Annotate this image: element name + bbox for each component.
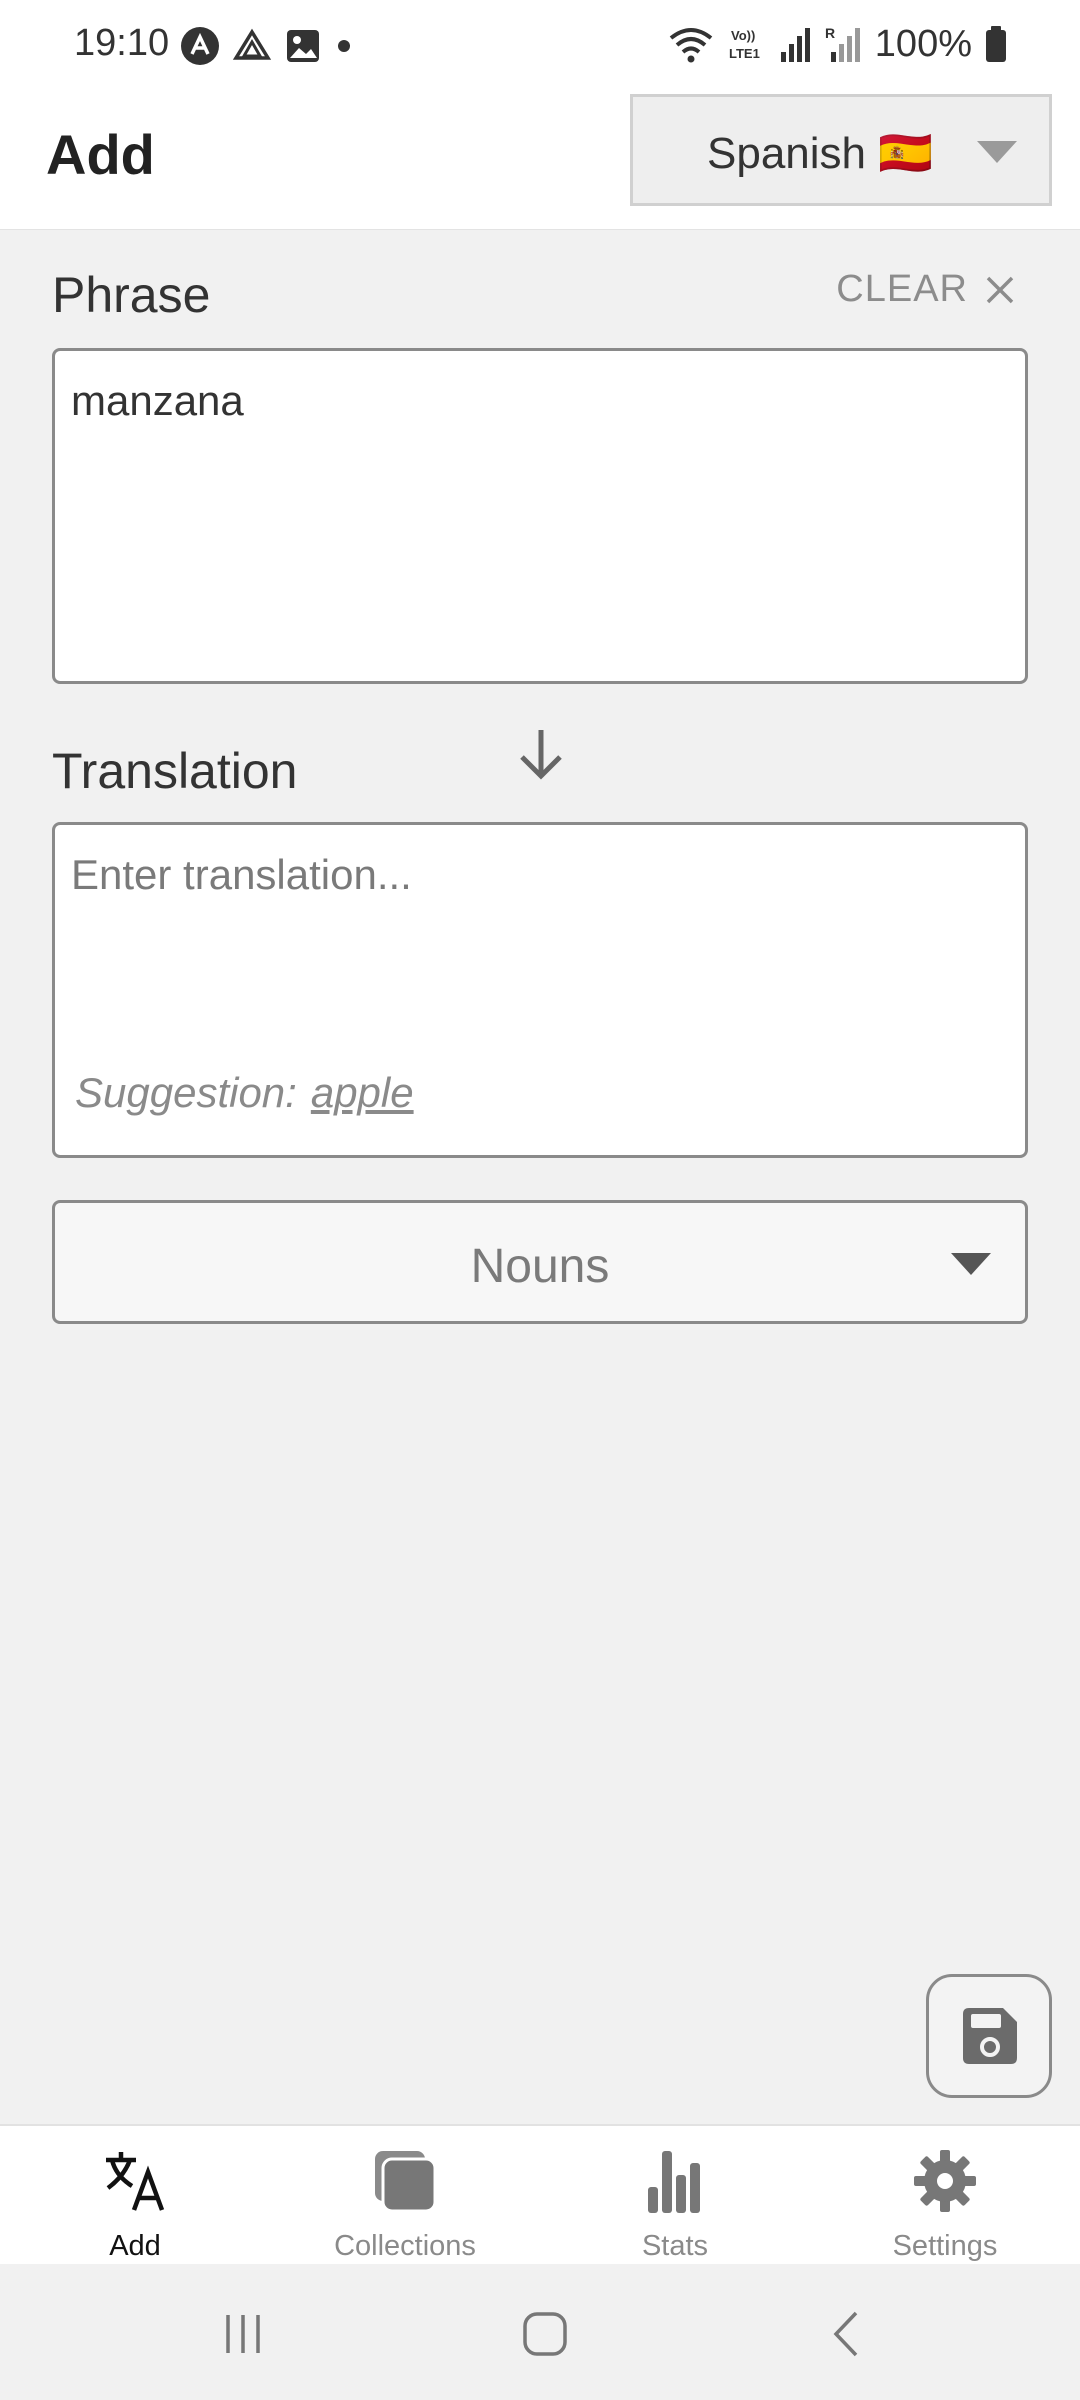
nav-settings[interactable]: Settings [810,2126,1080,2266]
language-select[interactable]: Spanish 🇪🇸 [630,94,1052,206]
gear-icon [910,2146,980,2216]
clear-button-label: CLEAR [836,268,968,310]
home-icon [523,2312,567,2356]
system-navigation-bar [0,2264,1080,2400]
arrow-down-icon [520,730,562,780]
back-icon [833,2311,858,2357]
bottom-navigation: Add Collections Stats Settings [0,2124,1080,2264]
nav-collections-label: Collections [334,2230,476,2262]
status-bar: 19:10 Vo)) LTE1 R 100% [0,0,1080,90]
nav-collections[interactable]: Collections [270,2126,540,2266]
recent-apps-icon [226,2315,260,2353]
svg-text:LTE1: LTE1 [729,46,760,61]
caret-down-icon [977,141,1017,163]
back-button[interactable] [812,2304,882,2364]
drive-icon [232,28,272,60]
battery-percent: 100% [874,22,972,65]
dot-icon [338,40,350,52]
category-select-label: Nouns [470,1240,610,1293]
translation-placeholder: Enter translation... [71,851,412,898]
language-select-label: Spanish 🇪🇸 [707,129,934,178]
save-icon [963,2008,1017,2064]
phrase-input[interactable]: manzana [52,348,1028,684]
phrase-input-value: manzana [71,377,244,424]
signal-icon [780,28,810,62]
nav-settings-label: Settings [892,2230,998,2262]
status-system-icons: Vo)) LTE1 R 100% [667,22,1008,66]
close-icon [986,276,1014,303]
home-button[interactable] [510,2304,580,2364]
translation-input[interactable]: Enter translation... Suggestion: apple [52,822,1028,1158]
translate-icon [100,2146,170,2216]
signal-roaming-icon: R [825,25,860,62]
svg-text:Vo)): Vo)) [731,28,755,43]
nav-add[interactable]: Add [0,2126,270,2266]
recent-apps-button[interactable] [208,2304,278,2364]
suggestion-prefix: Suggestion: [75,1069,297,1116]
suggestion-link[interactable]: apple [311,1069,414,1116]
svg-text:R: R [825,25,835,41]
nav-add-label: Add [109,2230,161,2262]
nav-stats-label: Stats [641,2230,709,2262]
save-button[interactable] [926,1974,1052,2098]
gallery-icon [287,30,319,62]
clear-button[interactable]: CLEAR [836,268,1016,311]
nav-stats[interactable]: Stats [540,2126,810,2266]
category-select[interactable]: Nouns [52,1200,1028,1324]
status-notification-icons [180,26,354,66]
suggestion: Suggestion: apple [75,1069,414,1117]
collections-icon [370,2146,440,2216]
page-title: Add [46,123,155,186]
phrase-label: Phrase [52,267,211,323]
app-header: Add Spanish 🇪🇸 [0,90,1080,230]
wifi-icon [669,28,713,63]
volte-icon: Vo)) LTE1 [729,28,760,61]
app-icon [181,27,219,65]
bar-chart-icon [640,2146,710,2216]
status-time: 19:10 [74,22,170,64]
translation-label: Translation [52,743,298,799]
caret-down-icon [951,1253,991,1275]
battery-icon [986,26,1006,62]
